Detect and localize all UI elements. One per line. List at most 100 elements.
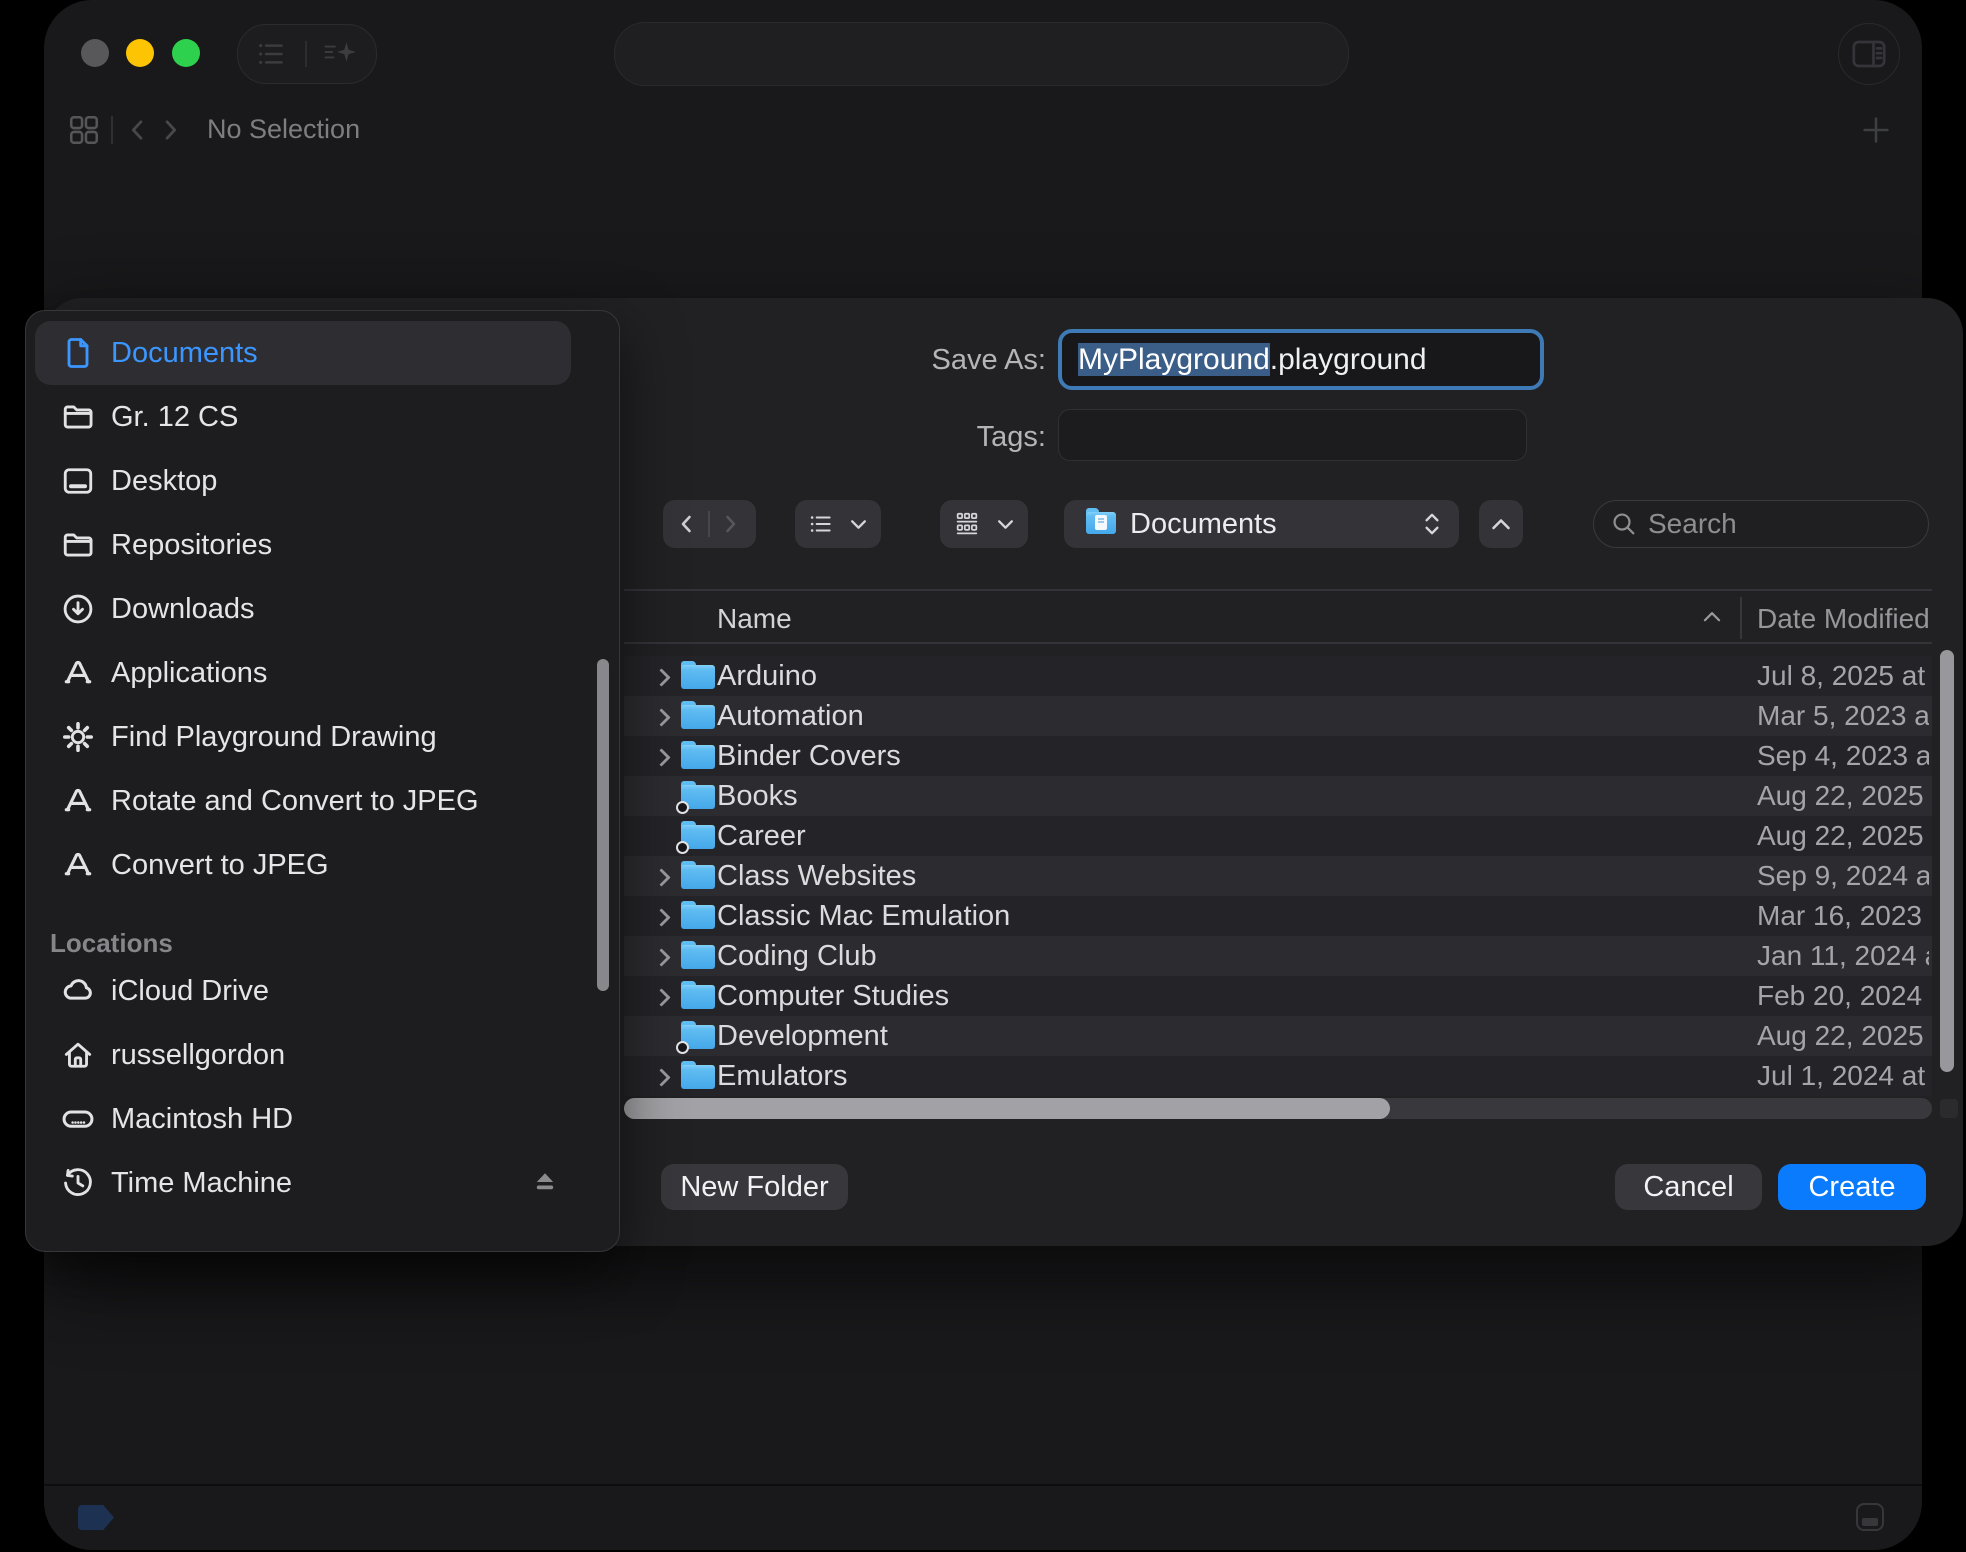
forward-icon[interactable] [718, 512, 742, 536]
grid-group-icon [953, 510, 981, 538]
row-name: Emulators [717, 1056, 848, 1096]
sidebar-item-network-partial[interactable] [26, 1215, 619, 1252]
sidebar-item-applications[interactable]: Applications [26, 641, 619, 705]
row-date: Sep 9, 2024 at [1757, 856, 1929, 896]
inspector-toggle-button[interactable] [1838, 23, 1900, 85]
chevron-up-down-icon [1421, 510, 1443, 538]
sidebar-item-label: russellgordon [111, 1023, 549, 1087]
back-icon[interactable] [675, 512, 699, 536]
disclosure-chevron-icon[interactable] [652, 948, 670, 966]
sidebar-item-convert-to-jpeg[interactable]: Convert to JPEG [26, 833, 619, 897]
sidebar-scrollbar[interactable] [597, 659, 609, 991]
sparkle-icon[interactable] [322, 37, 360, 71]
folder-icon [681, 865, 715, 889]
new-folder-button[interactable]: New Folder [661, 1164, 848, 1210]
folder-icon [56, 513, 100, 577]
column-header-name[interactable]: Name [717, 603, 792, 635]
zoom-button[interactable] [172, 39, 200, 67]
table-row[interactable]: Binder Covers Sep 4, 2023 at [624, 736, 1932, 776]
table-row[interactable]: Classic Mac Emulation Mar 16, 2023 a [624, 896, 1932, 936]
sidebar-item-find-playground-drawing[interactable]: Find Playground Drawing [26, 705, 619, 769]
segment-divider [708, 511, 710, 537]
cloud-icon [56, 959, 100, 1023]
sidebar-item-documents[interactable]: Documents [26, 321, 619, 385]
scrollbar-corner [1940, 1099, 1958, 1118]
sidebar-item-downloads[interactable]: Downloads [26, 577, 619, 641]
table-row[interactable]: Development Aug 22, 2025 a [624, 1016, 1932, 1056]
folder-icon [681, 945, 715, 969]
create-button[interactable]: Create [1778, 1164, 1926, 1210]
table-row[interactable]: Arduino Jul 8, 2025 at 1 [624, 656, 1932, 696]
disclosure-chevron-icon[interactable] [652, 988, 670, 1006]
jumpbar-divider [111, 116, 113, 144]
table-row[interactable]: Computer Studies Feb 20, 2024 a [624, 976, 1932, 1016]
row-date: Feb 20, 2024 a [1757, 976, 1929, 1016]
sidebar-item-label: Convert to JPEG [111, 833, 549, 897]
chevron-down-icon [996, 517, 1015, 531]
app-store-icon [56, 769, 100, 833]
location-popup[interactable]: Documents [1064, 500, 1459, 548]
row-date: Jul 8, 2025 at 1 [1757, 656, 1929, 696]
horizontal-scrollbar-thumb[interactable] [624, 1098, 1390, 1119]
row-name: Arduino [717, 656, 817, 696]
filename-selected-text: MyPlayground [1078, 343, 1270, 376]
table-row[interactable]: Emulators Jul 1, 2024 at 1 [624, 1056, 1932, 1096]
related-items-icon[interactable] [66, 112, 102, 148]
disclosure-chevron-icon[interactable] [652, 1068, 670, 1086]
folder-badged-icon [681, 1025, 715, 1049]
row-name: Books [717, 776, 798, 816]
tags-field[interactable] [1058, 409, 1527, 461]
search-field[interactable]: Search [1593, 500, 1929, 548]
table-row[interactable]: Automation Mar 5, 2023 at [624, 696, 1932, 736]
column-divider[interactable] [1740, 597, 1742, 639]
disclosure-chevron-icon[interactable] [652, 708, 670, 726]
eject-icon[interactable] [531, 1169, 559, 1195]
back-chevron-icon[interactable] [124, 116, 152, 144]
titlebar-search-field[interactable] [614, 22, 1349, 86]
back-forward-control[interactable] [663, 500, 756, 548]
disclosure-chevron-icon[interactable] [652, 908, 670, 926]
column-header-date-modified[interactable]: Date Modified [1757, 603, 1930, 635]
row-name: Class Websites [717, 856, 916, 896]
sidebar-item-repositories[interactable]: Repositories [26, 513, 619, 577]
disclosure-chevron-icon[interactable] [652, 668, 670, 686]
sidebar-item-label: Documents [111, 321, 549, 385]
save-as-field[interactable]: MyPlayground.playground [1058, 329, 1544, 390]
vertical-scrollbar[interactable] [1940, 650, 1954, 1072]
table-row[interactable]: Coding Club Jan 11, 2024 at [624, 936, 1932, 976]
sidebar-item-time-machine[interactable]: Time Machine [26, 1151, 619, 1215]
disclosure-chevron-icon[interactable] [652, 868, 670, 886]
add-plus-icon[interactable] [1859, 113, 1893, 147]
row-name: Development [717, 1016, 888, 1056]
table-row[interactable]: Class Websites Sep 9, 2024 at [624, 856, 1932, 896]
bottom-bar-divider [44, 1484, 1922, 1486]
table-header-divider [624, 642, 1932, 644]
sidebar-item-rotate-and-convert[interactable]: Rotate and Convert to JPEG [26, 769, 619, 833]
group-by-dropdown[interactable] [940, 500, 1028, 548]
debug-area-toggle-icon[interactable] [1856, 1503, 1884, 1531]
view-mode-dropdown[interactable] [795, 500, 881, 548]
row-date: Jan 11, 2024 at [1757, 936, 1929, 976]
cancel-button[interactable]: Cancel [1615, 1164, 1762, 1210]
sidebar-item-macintosh-hd[interactable]: Macintosh HD [26, 1087, 619, 1151]
sidebar-item-icloud-drive[interactable]: iCloud Drive [26, 959, 619, 1023]
chevron-down-icon [849, 517, 868, 531]
list-bullet-icon[interactable] [254, 40, 288, 68]
minimize-button[interactable] [126, 39, 154, 67]
forward-chevron-icon[interactable] [156, 116, 184, 144]
disclosure-chevron-icon[interactable] [652, 748, 670, 766]
sidebar-item-gr-12-cs[interactable]: Gr. 12 CS [26, 385, 619, 449]
folder-icon [1086, 512, 1116, 534]
sidebar-item-home[interactable]: russellgordon [26, 1023, 619, 1087]
sidebar-item-label: Desktop [111, 449, 549, 513]
up-directory-button[interactable] [1479, 500, 1523, 548]
table-row[interactable]: Career Aug 22, 2025 a [624, 816, 1932, 856]
table-row[interactable]: Books Aug 22, 2025 a [624, 776, 1932, 816]
app-store-icon [56, 641, 100, 705]
folder-icon [681, 1065, 715, 1089]
folder-icon [681, 985, 715, 1009]
titlebar-segmented-control[interactable] [237, 24, 377, 84]
search-icon [1610, 510, 1638, 538]
close-button[interactable] [81, 39, 109, 67]
sidebar-item-desktop[interactable]: Desktop [26, 449, 619, 513]
